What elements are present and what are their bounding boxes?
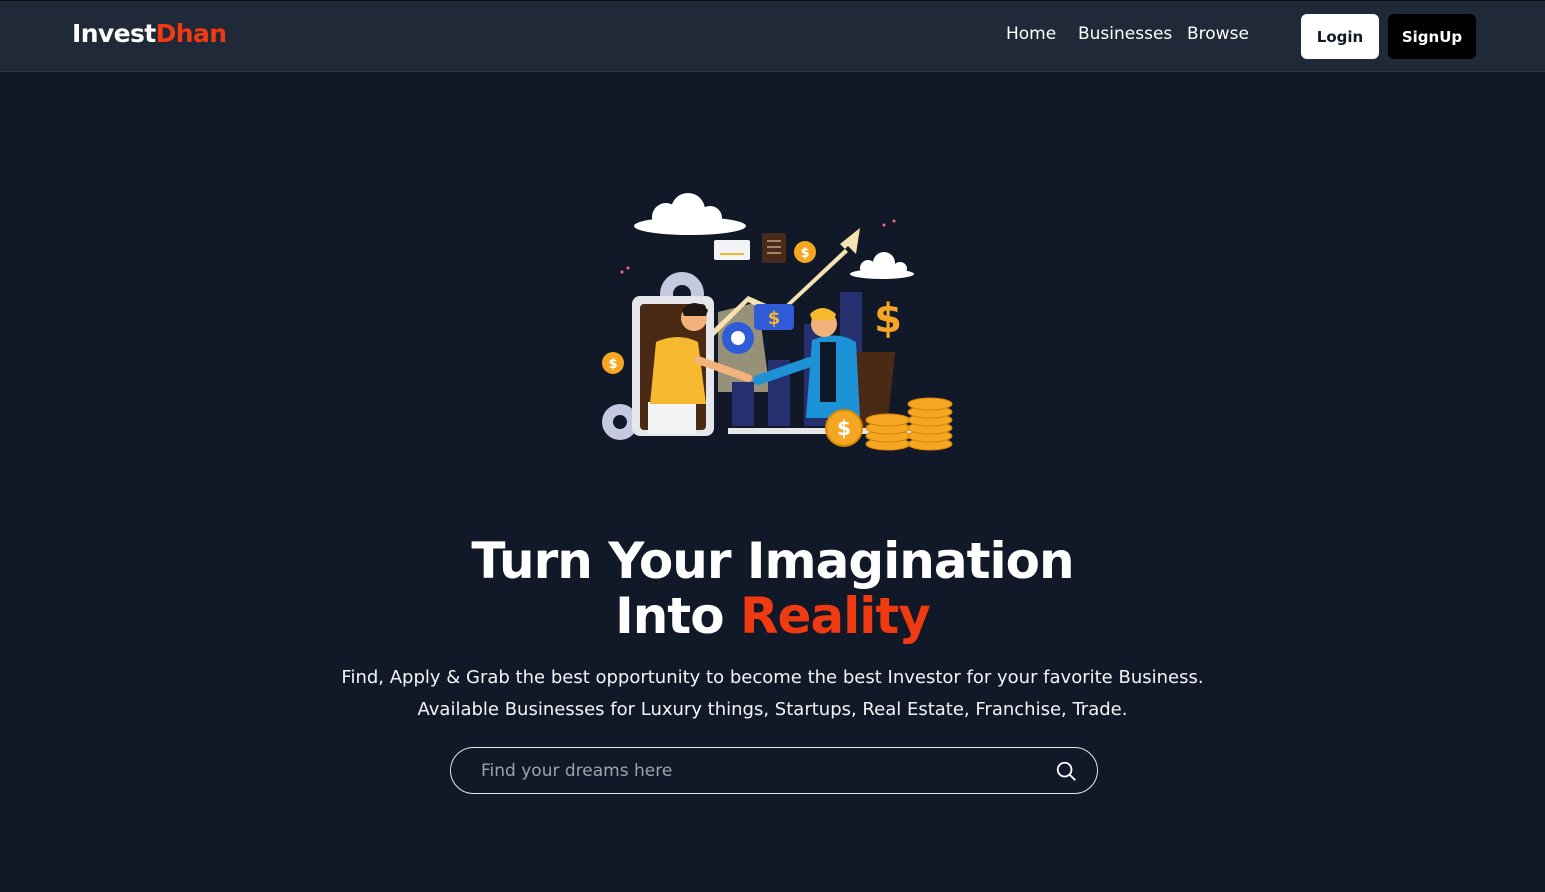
svg-text:$: $ bbox=[608, 357, 617, 372]
navbar: InvestDhan Home Businesses Browse Login … bbox=[0, 0, 1545, 72]
search-bar bbox=[450, 747, 1098, 794]
nav-link-home[interactable]: Home bbox=[1006, 24, 1056, 44]
svg-text:$: $ bbox=[800, 246, 809, 261]
nav-link-businesses[interactable]: Businesses bbox=[1078, 24, 1172, 44]
svg-text:$: $ bbox=[837, 416, 851, 440]
headline-accent-word: Reality bbox=[739, 587, 931, 645]
brand-name-part2: Dhan bbox=[155, 19, 227, 48]
search-input[interactable] bbox=[481, 748, 1041, 793]
svg-text:$: $ bbox=[874, 296, 902, 342]
hero-headline-line1: Turn Your Imagination bbox=[471, 532, 1074, 590]
hero-headline-line2: Into Reality bbox=[0, 589, 1545, 644]
cloud-icon bbox=[634, 193, 746, 235]
signup-button[interactable]: SignUp bbox=[1388, 14, 1476, 59]
investment-handshake-illustration: $ $ $ $ $ bbox=[602, 193, 953, 451]
brand-logo[interactable]: InvestDhan bbox=[72, 19, 227, 48]
headline-prefix: Into bbox=[615, 587, 724, 645]
search-icon[interactable] bbox=[1055, 760, 1077, 782]
login-button[interactable]: Login bbox=[1301, 14, 1379, 59]
cloud-icon bbox=[850, 252, 914, 279]
hero-subtext-line1: Find, Apply & Grab the best opportunity … bbox=[341, 667, 1204, 688]
hero-subtext-line2: Available Businesses for Luxury things, … bbox=[417, 699, 1128, 720]
brand-name-part1: Invest bbox=[72, 19, 156, 48]
nav-link-browse[interactable]: Browse bbox=[1187, 24, 1249, 44]
svg-text:$: $ bbox=[768, 308, 781, 329]
